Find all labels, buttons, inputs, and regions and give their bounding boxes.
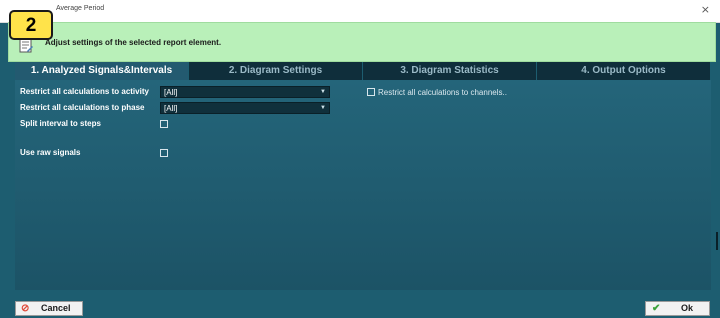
- channels-checkbox[interactable]: [367, 88, 375, 96]
- activity-select[interactable]: [All] ▼: [160, 86, 330, 98]
- phase-label: Restrict all calculations to phase: [20, 103, 145, 112]
- info-banner: Adjust settings of the selected report e…: [8, 22, 716, 62]
- activity-label: Restrict all calculations to activity: [20, 87, 149, 96]
- checkmark-icon: ✔: [652, 303, 661, 314]
- phase-select[interactable]: [All] ▼: [160, 102, 330, 114]
- step-badge: 2: [9, 10, 53, 40]
- ok-button[interactable]: ✔ Ok: [645, 301, 710, 316]
- chevron-down-icon[interactable]: ▼: [320, 103, 326, 114]
- split-interval-checkbox[interactable]: [160, 120, 168, 128]
- dialog-window: Average Period × Adjust settings of the …: [0, 0, 720, 318]
- cancel-button[interactable]: ⊘ Cancel: [15, 301, 83, 316]
- tab-analyzed-signals[interactable]: 1. Analyzed Signals&Intervals: [15, 62, 189, 80]
- tab-diagram-statistics[interactable]: 3. Diagram Statistics: [363, 62, 537, 80]
- button-bar: [0, 298, 720, 318]
- ok-label: Ok: [681, 303, 694, 313]
- tab-diagram-settings[interactable]: 2. Diagram Settings: [189, 62, 363, 80]
- cancel-label: Cancel: [41, 303, 71, 313]
- channels-label: Restrict all calculations to channels..: [378, 88, 507, 97]
- tab-bar: 1. Analyzed Signals&Intervals 2. Diagram…: [15, 62, 711, 80]
- window-title: Average Period: [56, 5, 105, 12]
- cancel-circle-icon: ⊘: [21, 303, 30, 314]
- banner-message: Adjust settings of the selected report e…: [45, 38, 222, 47]
- raw-signals-checkbox[interactable]: [160, 149, 168, 157]
- activity-select-value: [All]: [164, 88, 178, 97]
- title-bar: Average Period ×: [0, 0, 720, 23]
- close-icon[interactable]: ×: [701, 3, 710, 16]
- raw-signals-label: Use raw signals: [20, 148, 81, 157]
- resize-handle[interactable]: [716, 232, 718, 250]
- channels-restriction-option[interactable]: Restrict all calculations to channels..: [367, 88, 507, 97]
- phase-select-value: [All]: [164, 104, 178, 113]
- split-interval-label: Split interval to steps: [20, 119, 101, 128]
- tab-content-panel: Restrict all calculations to activity [A…: [15, 80, 711, 290]
- tab-output-options[interactable]: 4. Output Options: [537, 62, 711, 80]
- chevron-down-icon[interactable]: ▼: [320, 87, 326, 98]
